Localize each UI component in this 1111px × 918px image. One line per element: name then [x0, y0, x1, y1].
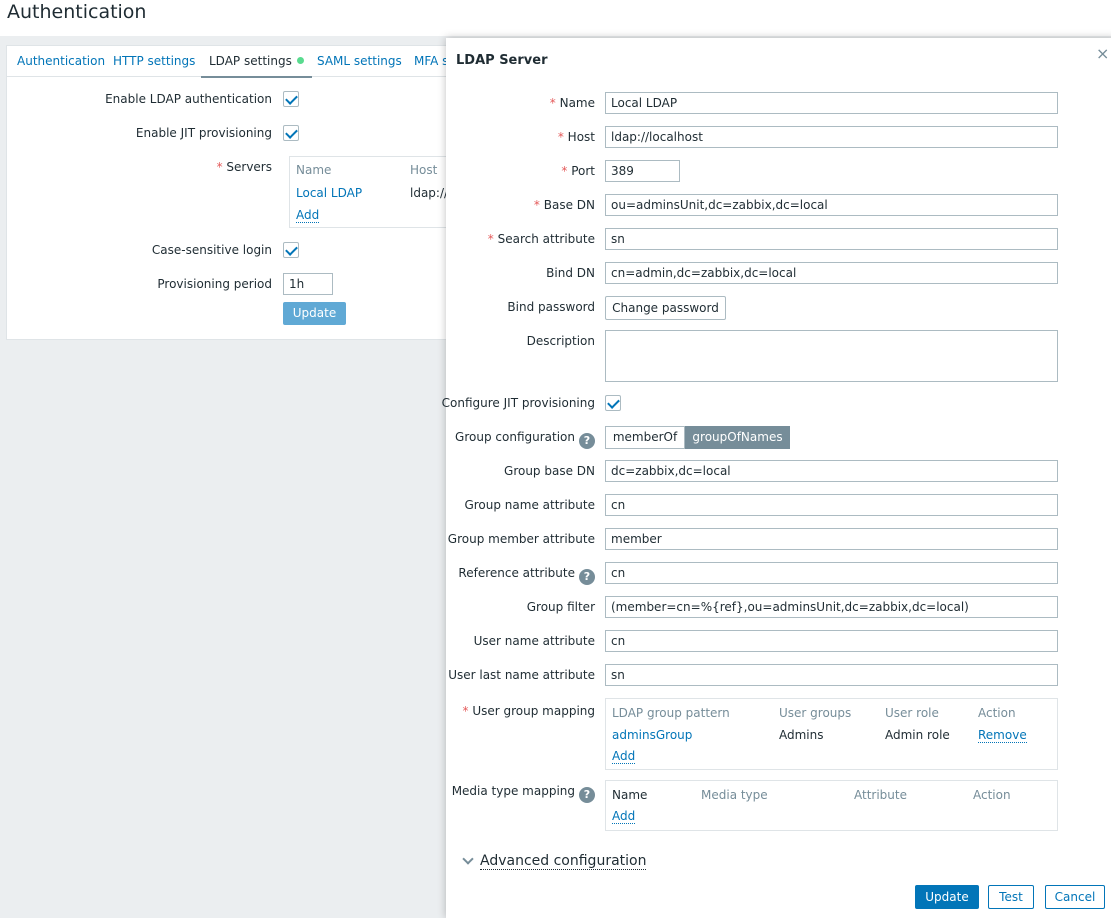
servers-header-host: Host [410, 163, 438, 177]
reference-attribute-label: Reference attribute? [458, 566, 595, 585]
ugm-header-role: User role [885, 706, 939, 720]
description-label: Description [526, 334, 595, 348]
provisioning-period-input[interactable]: 1h [283, 273, 333, 295]
enable-ldap-checkbox[interactable] [283, 91, 299, 107]
search-attribute-label: Search attribute [488, 232, 595, 246]
name-label: Name [550, 96, 595, 110]
bind-dn-input[interactable]: cn=admin,dc=zabbix,dc=local [605, 262, 1058, 284]
group-config-memberof[interactable]: memberOf [605, 426, 685, 449]
update-button[interactable]: Update [283, 302, 346, 325]
enable-jit-label: Enable JIT provisioning [135, 126, 272, 140]
base-dn-input[interactable]: ou=adminsUnit,dc=zabbix,dc=local [605, 194, 1058, 216]
ugm-header-pattern: LDAP group pattern [612, 706, 730, 720]
dialog-title: LDAP Server [456, 53, 548, 68]
user-last-name-attribute-label: User last name attribute [448, 668, 595, 682]
server-name-link[interactable]: Local LDAP [296, 186, 362, 200]
tab-ldap-settings-label: LDAP settings [209, 54, 292, 68]
group-config-groupofnames[interactable]: groupOfNames [685, 426, 790, 449]
ugm-header-groups: User groups [779, 706, 852, 720]
close-icon[interactable]: × [1096, 44, 1109, 63]
group-configuration-label-text: Group configuration [455, 430, 575, 444]
help-icon[interactable]: ? [579, 433, 595, 449]
mtm-add-link[interactable]: Add [612, 809, 636, 824]
media-type-mapping-table: Name Media type Attribute Action Add [605, 780, 1058, 831]
host-label: Host [558, 130, 595, 144]
status-dot-icon [296, 57, 304, 64]
mtm-header-action: Action [973, 788, 1011, 802]
group-name-attribute-label: Group name attribute [464, 498, 595, 512]
page-title: Authentication [7, 1, 147, 23]
group-name-attribute-input[interactable]: cn [605, 494, 1058, 516]
servers-label: Servers [217, 160, 272, 174]
group-filter-input[interactable]: (member=cn=%{ref},ou=adminsUnit,dc=zabbi… [605, 596, 1058, 618]
media-type-mapping-label-text: Media type mapping [451, 784, 575, 798]
search-attribute-input[interactable]: sn [605, 228, 1058, 250]
ugm-pattern-link[interactable]: adminsGroup [612, 728, 692, 742]
name-input[interactable]: Local LDAP [605, 92, 1058, 114]
dialog-update-button[interactable]: Update [915, 885, 979, 909]
group-member-attribute-input[interactable]: member [605, 528, 1058, 550]
help-icon[interactable]: ? [579, 787, 595, 803]
base-dn-label: Base DN [534, 198, 595, 212]
case-sensitive-label: Case-sensitive login [151, 243, 272, 257]
group-configuration-label: Group configuration? [455, 430, 595, 449]
page-header: Authentication [0, 0, 1111, 36]
user-group-mapping-table: LDAP group pattern User groups User role… [605, 698, 1058, 770]
tab-saml-settings[interactable]: SAML settings [317, 54, 402, 68]
tab-bar: Authentication HTTP settings LDAP settin… [7, 46, 465, 78]
mtm-header-attribute: Attribute [854, 788, 907, 802]
ugm-groups: Admins [779, 728, 824, 742]
user-name-attribute-label: User name attribute [473, 634, 595, 648]
tab-http-settings[interactable]: HTTP settings [113, 54, 195, 68]
group-member-attribute-label: Group member attribute [447, 532, 595, 546]
configure-jit-checkbox[interactable] [605, 395, 621, 411]
servers-table: Name Host Local LDAP ldap://lo Add [289, 156, 464, 228]
media-type-mapping-label: Media type mapping? [452, 784, 595, 803]
group-base-dn-label: Group base DN [504, 464, 595, 478]
help-icon[interactable]: ? [579, 569, 595, 585]
host-input[interactable]: ldap://localhost [605, 126, 1058, 148]
tab-ldap-settings[interactable]: LDAP settings [201, 54, 312, 78]
group-base-dn-input[interactable]: dc=zabbix,dc=local [605, 460, 1058, 482]
group-filter-label: Group filter [526, 600, 595, 614]
chevron-down-icon[interactable] [462, 853, 474, 865]
enable-jit-checkbox[interactable] [283, 125, 299, 141]
bind-password-label: Bind password [507, 300, 595, 314]
ugm-add-link[interactable]: Add [612, 749, 636, 764]
configure-jit-label: Configure JIT provisioning [441, 396, 595, 410]
add-server-link[interactable]: Add [296, 208, 320, 223]
provisioning-period-label: Provisioning period [157, 277, 272, 291]
bind-dn-label: Bind DN [546, 266, 595, 280]
port-input[interactable]: 389 [605, 160, 680, 182]
ugm-header-action: Action [978, 706, 1016, 720]
mtm-header-media-type: Media type [701, 788, 768, 802]
ldap-server-dialog: LDAP Server × Name Local LDAP Host ldap:… [442, 38, 1111, 918]
ugm-remove-link[interactable]: Remove [978, 728, 1027, 743]
reference-attribute-input[interactable]: cn [605, 562, 1058, 584]
servers-header-name: Name [296, 163, 332, 177]
dialog-cancel-button[interactable]: Cancel [1045, 885, 1105, 909]
user-name-attribute-input[interactable]: cn [605, 630, 1058, 652]
tab-authentication[interactable]: Authentication [17, 54, 105, 68]
reference-attribute-label-text: Reference attribute [458, 566, 575, 580]
port-label: Port [561, 164, 595, 178]
authentication-tabs-panel: Authentication HTTP settings LDAP settin… [6, 45, 466, 340]
user-group-mapping-label: User group mapping [463, 704, 595, 718]
description-textarea[interactable] [605, 330, 1058, 382]
mtm-header-name: Name [612, 788, 648, 802]
advanced-configuration-toggle[interactable]: Advanced configuration [480, 853, 647, 870]
enable-ldap-label: Enable LDAP authentication [105, 92, 272, 106]
tab-mfa-settings[interactable]: MFA s [414, 54, 448, 68]
ugm-role: Admin role [885, 728, 950, 742]
case-sensitive-checkbox[interactable] [283, 242, 299, 258]
change-password-button[interactable]: Change password [605, 296, 726, 320]
dialog-test-button[interactable]: Test [988, 885, 1034, 909]
user-last-name-attribute-input[interactable]: sn [605, 664, 1058, 686]
